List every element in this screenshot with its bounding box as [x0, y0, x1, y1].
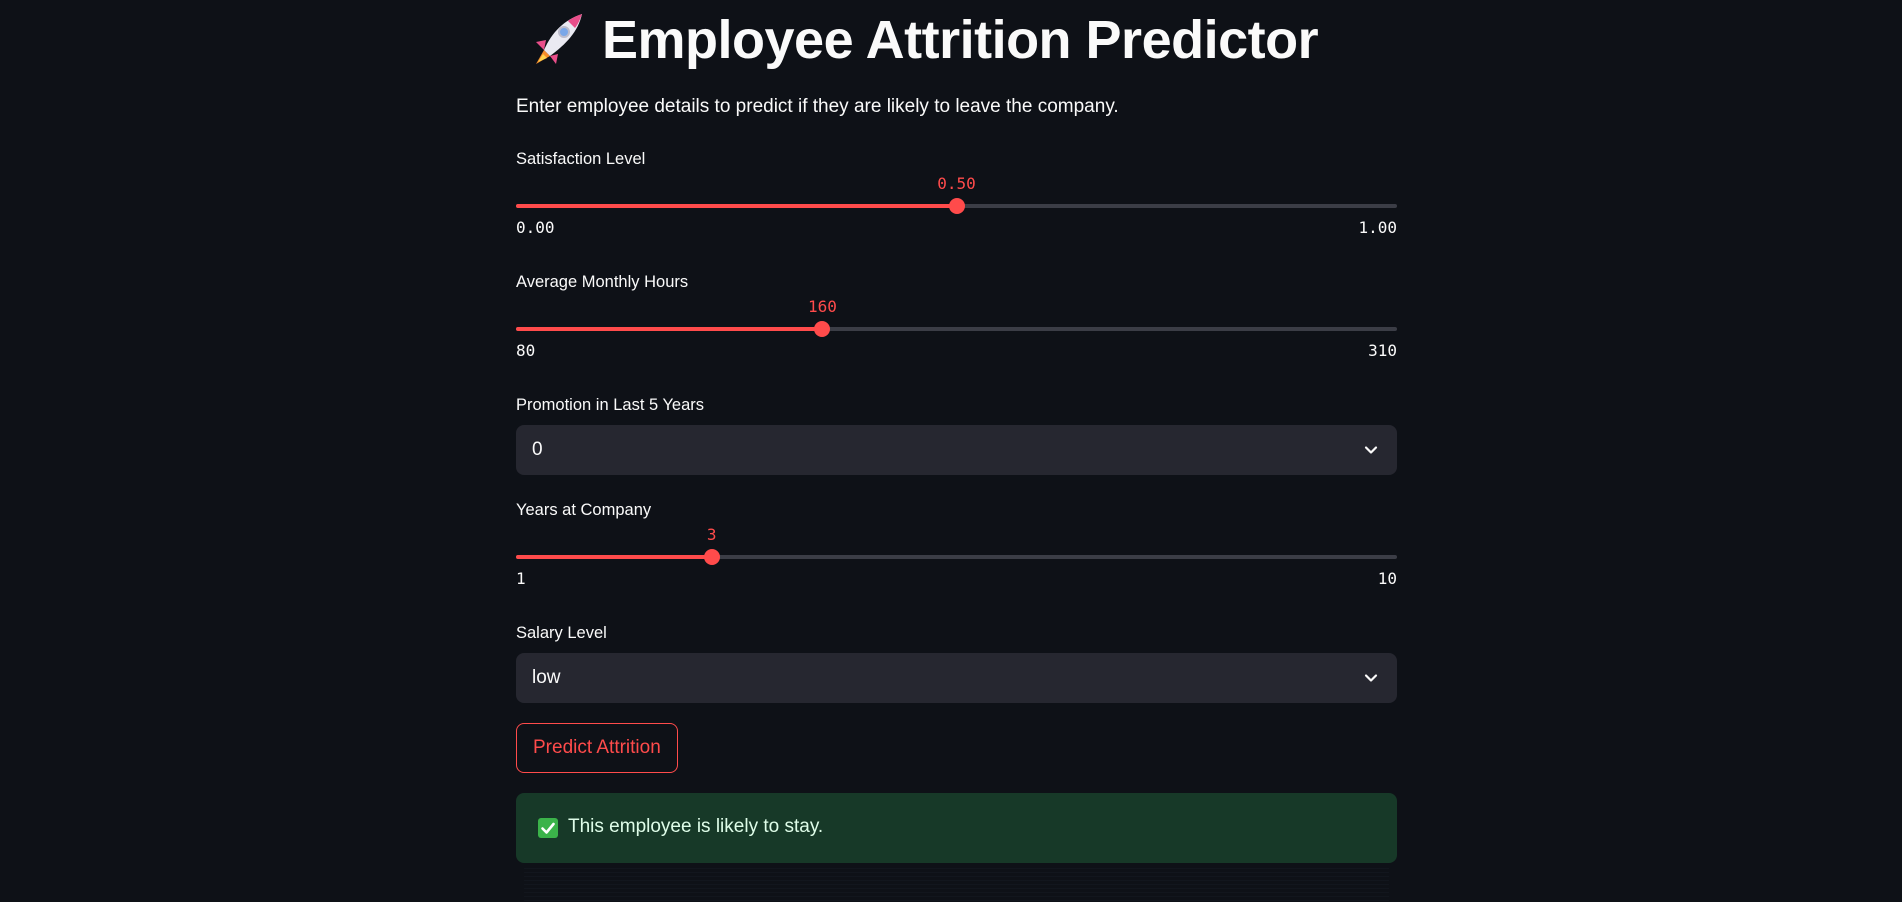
page-header: Employee Attrition Predictor: [524, 8, 1319, 72]
slider-max: 310: [1368, 341, 1397, 360]
chevron-down-icon[interactable]: [1361, 440, 1381, 460]
faded-content-below: [524, 868, 1389, 902]
result-message: This employee is likely to stay.: [568, 816, 824, 837]
promotion-label: Promotion in Last 5 Years: [516, 396, 705, 414]
slider-min: 80: [516, 341, 536, 360]
slider-max: 1.00: [1358, 218, 1397, 237]
slider-fill: [516, 327, 823, 331]
rocket-icon: [524, 10, 590, 70]
slider-value: 160: [807, 297, 837, 316]
satisfaction-label: Satisfaction Level: [516, 150, 646, 168]
slider-thumb[interactable]: [814, 321, 831, 337]
salary-selected-value: low: [532, 667, 561, 688]
slider-fill: [516, 555, 712, 559]
success-alert: This employee is likely to stay.: [516, 793, 1397, 863]
slider-min: 0.00: [516, 218, 555, 237]
slider-thumb[interactable]: [703, 549, 720, 565]
chevron-down-icon[interactable]: [1361, 668, 1381, 688]
years-label: Years at Company: [516, 501, 652, 519]
years-slider[interactable]: 3 1 10: [516, 525, 1397, 591]
check-box-icon: [538, 818, 558, 838]
hours-slider[interactable]: 160 80 310: [516, 297, 1397, 363]
promotion-select[interactable]: 0: [516, 425, 1397, 475]
slider-fill: [516, 204, 957, 208]
page-subtitle: Enter employee details to predict if the…: [516, 96, 1119, 117]
slider-value: 3: [706, 525, 717, 544]
predict-attrition-button[interactable]: Predict Attrition: [516, 723, 678, 773]
slider-max: 10: [1377, 569, 1397, 588]
slider-thumb[interactable]: [948, 198, 965, 214]
hours-label: Average Monthly Hours: [516, 273, 689, 291]
slider-min: 1: [516, 569, 526, 588]
satisfaction-slider[interactable]: 0.50 0.00 1.00: [516, 174, 1397, 240]
page-title: Employee Attrition Predictor: [602, 10, 1319, 70]
promotion-selected-value: 0: [532, 439, 543, 460]
slider-value: 0.50: [937, 174, 976, 193]
salary-label: Salary Level: [516, 624, 607, 642]
salary-select[interactable]: low: [516, 653, 1397, 703]
